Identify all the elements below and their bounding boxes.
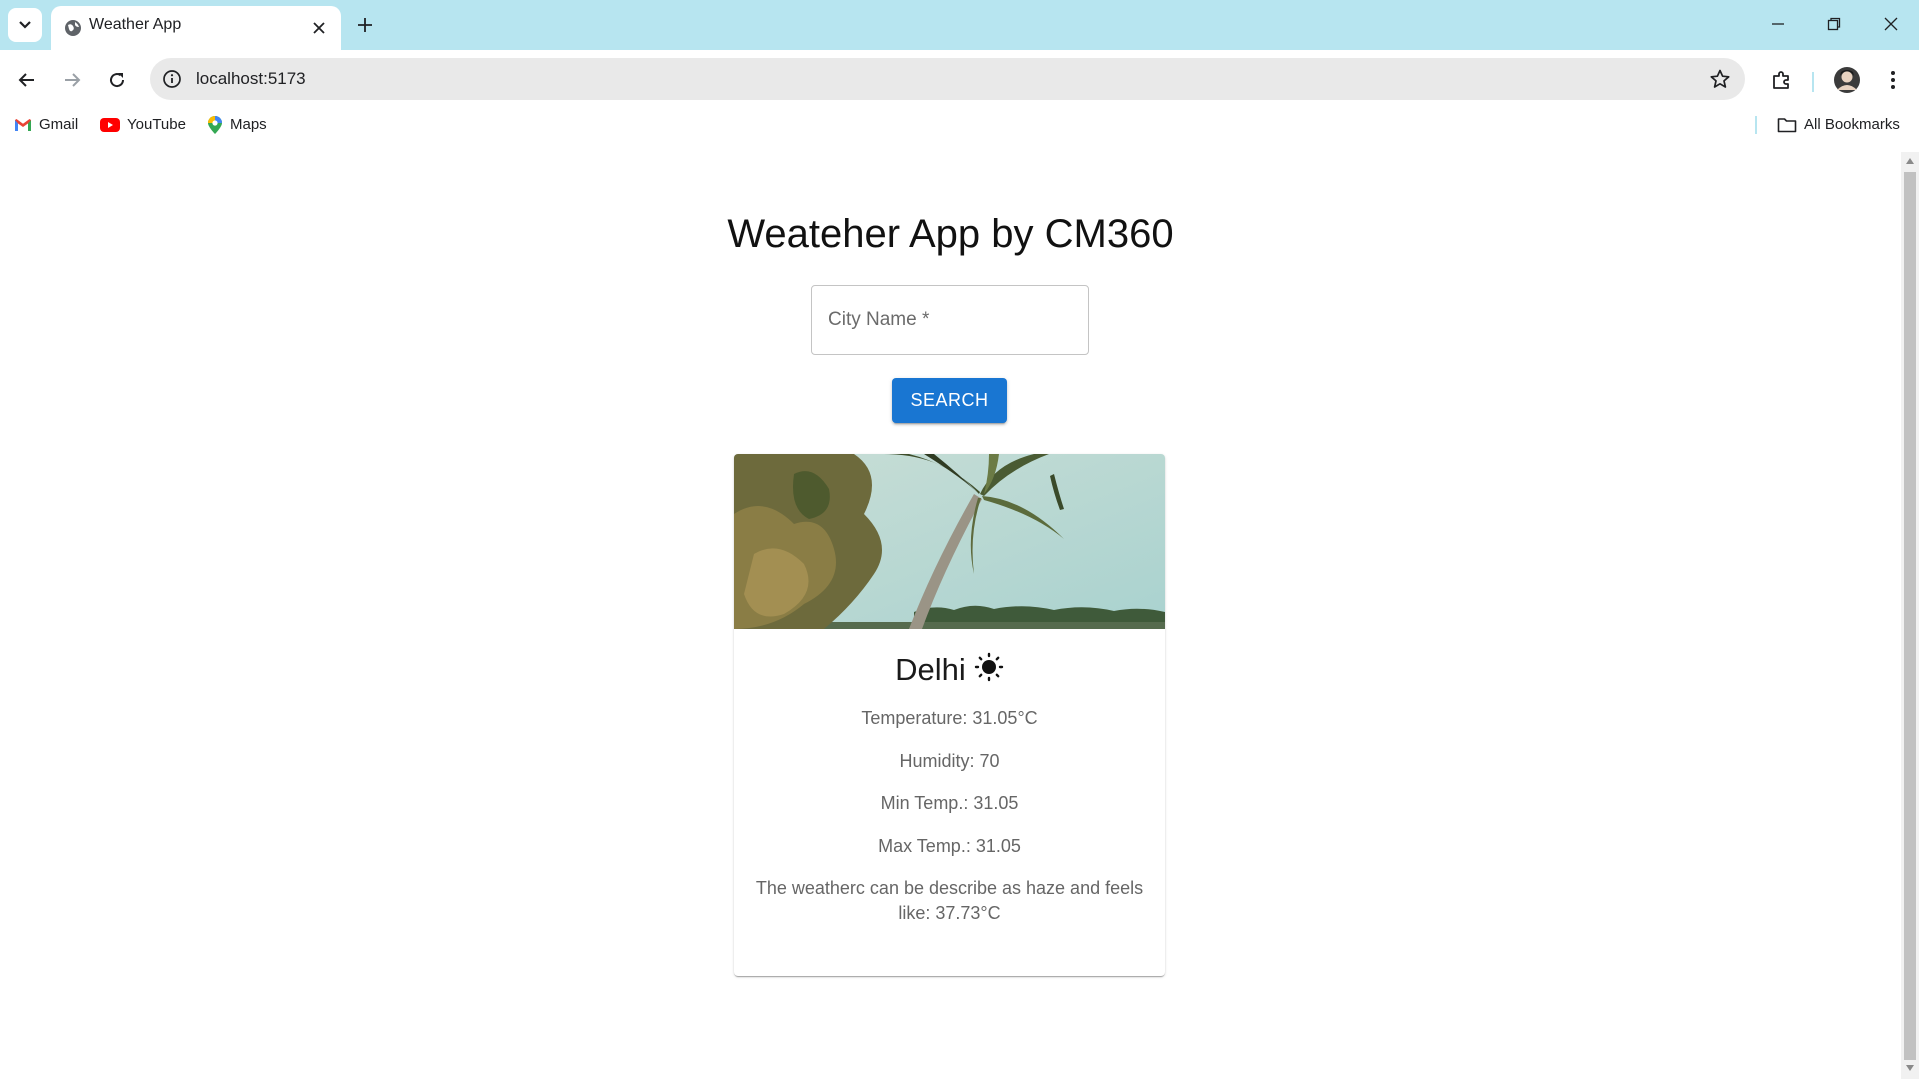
weather-image [734,454,1165,629]
arrow-left-icon [18,73,34,87]
reload-button[interactable] [100,63,134,97]
extensions-button[interactable] [1765,63,1799,97]
url-text: localhost:5173 [196,69,306,88]
search-button[interactable]: SEARCH [892,378,1007,423]
page-title: Weateher App by CM360 [727,212,1174,256]
browser-menu-button[interactable] [1876,63,1910,97]
reload-icon [110,73,125,88]
max-temp-text: Max Temp.: 31.05 [878,836,1021,856]
browser-toolbar: localhost:5173 [0,50,1919,108]
youtube-icon [100,118,120,132]
tab-search-button[interactable] [8,8,42,42]
city-name-label: City Name * [828,309,930,330]
star-icon[interactable] [1709,68,1731,90]
chevron-down-icon [19,21,31,29]
bookmark-youtube[interactable]: YouTube [100,115,186,135]
min-temp-text: Min Temp.: 31.05 [880,793,1019,813]
city-name-input[interactable]: City Name * [811,285,1089,355]
bookmarks-bar: Gmail YouTube Maps All Bookmarks [0,108,1919,142]
back-button[interactable] [10,63,44,97]
all-bookmarks-label: All Bookmarks [1804,116,1900,133]
restore-button[interactable] [1811,8,1857,40]
gmail-icon [15,119,31,131]
tab-title: Weather App [89,16,182,33]
page-scrollbar[interactable] [1901,152,1919,1079]
close-icon [313,22,325,34]
address-bar[interactable]: localhost:5173 [150,58,1745,100]
arrow-right-icon [65,73,81,87]
plus-icon [358,18,372,32]
globe-icon [65,20,81,36]
humidity-text: Humidity: 70 [899,751,1000,771]
scroll-down-arrow[interactable] [1906,1065,1914,1071]
close-icon [1884,17,1898,31]
restore-icon [1827,17,1841,31]
scrollbar-thumb[interactable] [1904,172,1916,1060]
scroll-up-arrow[interactable] [1906,158,1914,164]
bookmark-label: Maps [230,116,267,133]
minimize-icon [1772,23,1784,25]
tab-strip: Weather App [0,0,1919,50]
forward-button[interactable] [55,63,89,97]
folder-icon [1777,118,1797,133]
temperature-text: Temperature: 31.05°C [861,708,1038,728]
sun-icon [974,652,1004,682]
bookmark-label: YouTube [127,116,186,133]
puzzle-icon [1773,71,1789,89]
city-heading: Delhi [734,650,1165,690]
toolbar-divider [1812,72,1814,92]
avatar [1834,67,1860,93]
maps-icon [208,116,222,134]
bookmarks-divider [1755,116,1757,134]
close-window-button[interactable] [1868,8,1914,40]
more-vertical-icon [1891,71,1895,89]
all-bookmarks-button[interactable]: All Bookmarks [1777,115,1900,135]
weather-description: The weatherc can be describe as haze and… [755,878,1144,923]
info-icon[interactable] [162,69,182,89]
tab-weather-app[interactable]: Weather App [51,6,341,50]
city-name: Delhi [895,652,966,687]
profile-button[interactable] [1830,63,1864,97]
minimize-button[interactable] [1755,8,1801,40]
bookmark-gmail[interactable]: Gmail [14,115,78,135]
close-tab-button[interactable] [309,18,329,38]
new-tab-button[interactable] [352,12,378,38]
bookmark-label: Gmail [39,116,79,133]
bookmark-maps[interactable]: Maps [207,115,267,135]
